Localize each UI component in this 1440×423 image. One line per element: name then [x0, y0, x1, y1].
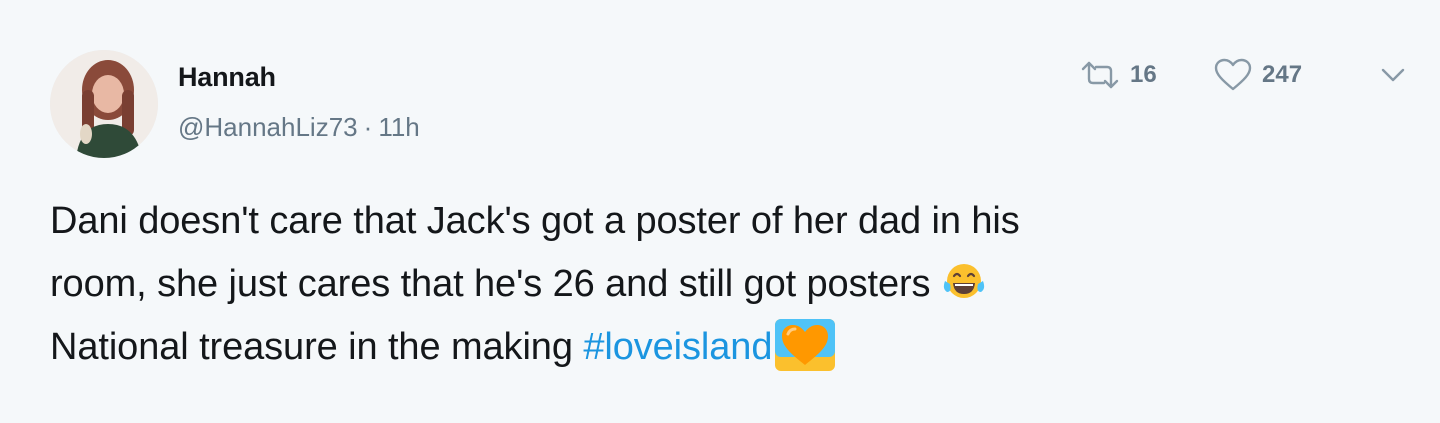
face-with-tears-of-joy-icon: [943, 263, 985, 298]
tweet-card: Hannah @HannahLiz73 · 11h 16 247 Dani do…: [0, 0, 1440, 423]
avatar[interactable]: [50, 50, 158, 158]
retweet-button[interactable]: 16: [1080, 58, 1157, 92]
tweet-line-3: National treasure in the making #loveisl…: [50, 316, 1390, 379]
retweet-count: 16: [1130, 61, 1157, 88]
tweet-line-2: room, she just cares that he's 26 and st…: [50, 253, 1390, 316]
user-handle[interactable]: @HannahLiz73: [178, 112, 358, 142]
timestamp[interactable]: 11h: [378, 112, 419, 142]
chevron-down-icon: [1381, 68, 1405, 82]
hashtag-link[interactable]: #loveisland: [583, 326, 772, 368]
retweet-icon: [1081, 61, 1119, 89]
tweet-line-2-text: room, she just cares that he's 26 and st…: [50, 263, 931, 305]
tweet-text: Dani doesn't care that Jack's got a post…: [50, 190, 1390, 379]
like-count: 247: [1262, 61, 1303, 88]
tweet-line-3-text: National treasure in the making: [50, 326, 573, 368]
more-options-button[interactable]: [1378, 60, 1408, 90]
user-meta: @HannahLiz73 · 11h: [178, 112, 420, 143]
tweet-line-1: Dani doesn't care that Jack's got a post…: [50, 200, 1020, 242]
heart-icon: [1214, 58, 1252, 91]
avatar-image: [50, 50, 158, 158]
separator: ·: [363, 112, 373, 142]
like-button[interactable]: 247: [1214, 58, 1302, 92]
display-name[interactable]: Hannah: [178, 62, 276, 93]
orange-heart-icon: [775, 318, 836, 371]
